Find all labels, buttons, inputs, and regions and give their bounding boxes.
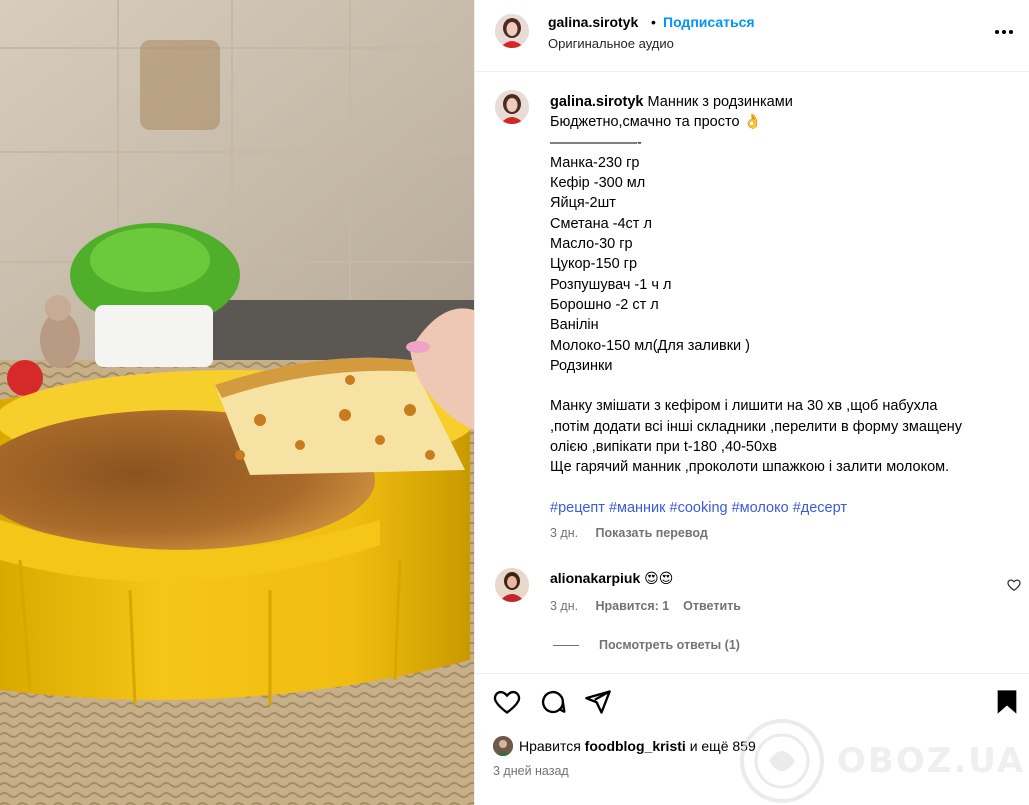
caption-username[interactable]: galina.sirotyk (550, 94, 643, 110)
reply-button[interactable]: Ответить (683, 599, 741, 613)
author-username[interactable]: galina.sirotyk (548, 14, 638, 30)
commenter-username: alionakarpiuk 😍😍 (550, 570, 673, 587)
caption-line: Борошно -2 ст л (550, 296, 659, 313)
commenter-avatar[interactable] (495, 568, 529, 602)
comment-text: 😍😍 (644, 570, 674, 586)
caption-line: Молоко-150 мл(Для заливки ) (550, 337, 750, 354)
caption-line: Бюджетно,смачно та просто 👌 (550, 114, 762, 131)
watermark-text: OBOZ.UA (837, 741, 1026, 781)
more-options-icon[interactable] (992, 20, 1016, 44)
caption-text: galina.sirotyk Манник з родзинками Бюдже… (550, 92, 1010, 518)
show-translation-button[interactable]: Показать перевод (595, 526, 707, 540)
bookmark-icon[interactable] (993, 688, 1021, 716)
author-avatar[interactable] (495, 14, 529, 48)
view-replies-label: Посмотреть ответы (1) (599, 638, 740, 652)
hashtags: #рецепт #манник #cooking #молоко #десерт (550, 498, 1010, 518)
post-actions-bar: Нравится foodblog_kristi и ещё 859 3 дне… (475, 673, 1029, 805)
commenter-username-link[interactable]: alionakarpiuk (550, 570, 640, 586)
hashtag-link[interactable]: #cooking (670, 500, 728, 516)
separator-dot: • (651, 14, 656, 30)
caption-meta: 3 дн. Показать перевод (550, 526, 708, 540)
likes-prefix: Нравится (519, 738, 581, 754)
comment-like-heart-icon[interactable] (1007, 578, 1021, 592)
caption-line: Цукор-150 гр (550, 256, 638, 273)
caption-line: Масло-30 гр (550, 236, 633, 253)
post-header: galina.sirotyk • Подписаться Оригинально… (475, 0, 1029, 72)
audio-label[interactable]: Оригинальное аудио (548, 36, 674, 51)
likes-summary: Нравится foodblog_kristi и ещё 859 (493, 736, 756, 756)
caption-line: ——————- (550, 134, 642, 151)
comment-likes-count[interactable]: Нравится: 1 (595, 599, 669, 613)
replies-divider (553, 644, 579, 646)
caption-line: Родзинки (550, 357, 613, 374)
hashtag-link[interactable]: #десерт (793, 500, 847, 516)
caption-line: Манку змішати з кефіром і лишити на 30 х… (550, 398, 938, 415)
caption-line: Розпушувач -1 ч л (550, 276, 672, 293)
liker-avatar[interactable] (493, 736, 513, 756)
caption-line: Ще гарячий манник ,проколоти шпажкою і з… (550, 459, 950, 476)
caption-line: Манка-230 гр (550, 154, 640, 171)
comment-meta: 3 дн. Нравится: 1 Ответить (550, 599, 741, 613)
heart-icon[interactable] (493, 688, 521, 716)
post-date[interactable]: 3 дней назад (493, 764, 569, 778)
hashtag-link[interactable]: #рецепт (550, 500, 605, 516)
hashtag-link[interactable]: #молоко (732, 500, 789, 516)
comment-icon[interactable] (539, 688, 567, 716)
caption-line: ,потім додати всі інші складники ,перели… (550, 418, 963, 435)
follow-button[interactable]: Подписаться (663, 14, 755, 30)
post-details-panel: galina.sirotyk • Подписаться Оригинально… (474, 0, 1029, 805)
hashtag-link[interactable]: #манник (609, 500, 666, 516)
caption-line: Сметана -4ст л (550, 215, 652, 232)
caption-line: олією ,випікати при t-180 ,40-50хв (550, 439, 778, 456)
caption-line: Кефір -300 мл (550, 175, 646, 192)
cake-photo (0, 0, 474, 805)
caption-author-avatar[interactable] (495, 90, 529, 124)
oboz-logo-icon (740, 719, 824, 803)
caption-line: Яйця-2шт (550, 195, 616, 212)
view-replies-button[interactable]: Посмотреть ответы (1) (553, 638, 740, 652)
comment-time: 3 дн. (550, 599, 579, 613)
caption-time: 3 дн. (550, 526, 579, 540)
caption-title: Манник з родзинками (647, 94, 793, 110)
watermark: OBOZ.UA (737, 716, 1025, 805)
share-icon[interactable] (584, 688, 612, 716)
liker-username[interactable]: foodblog_kristi (585, 738, 686, 754)
caption-line: Ванілін (550, 317, 599, 334)
post-media-image[interactable] (0, 0, 474, 805)
